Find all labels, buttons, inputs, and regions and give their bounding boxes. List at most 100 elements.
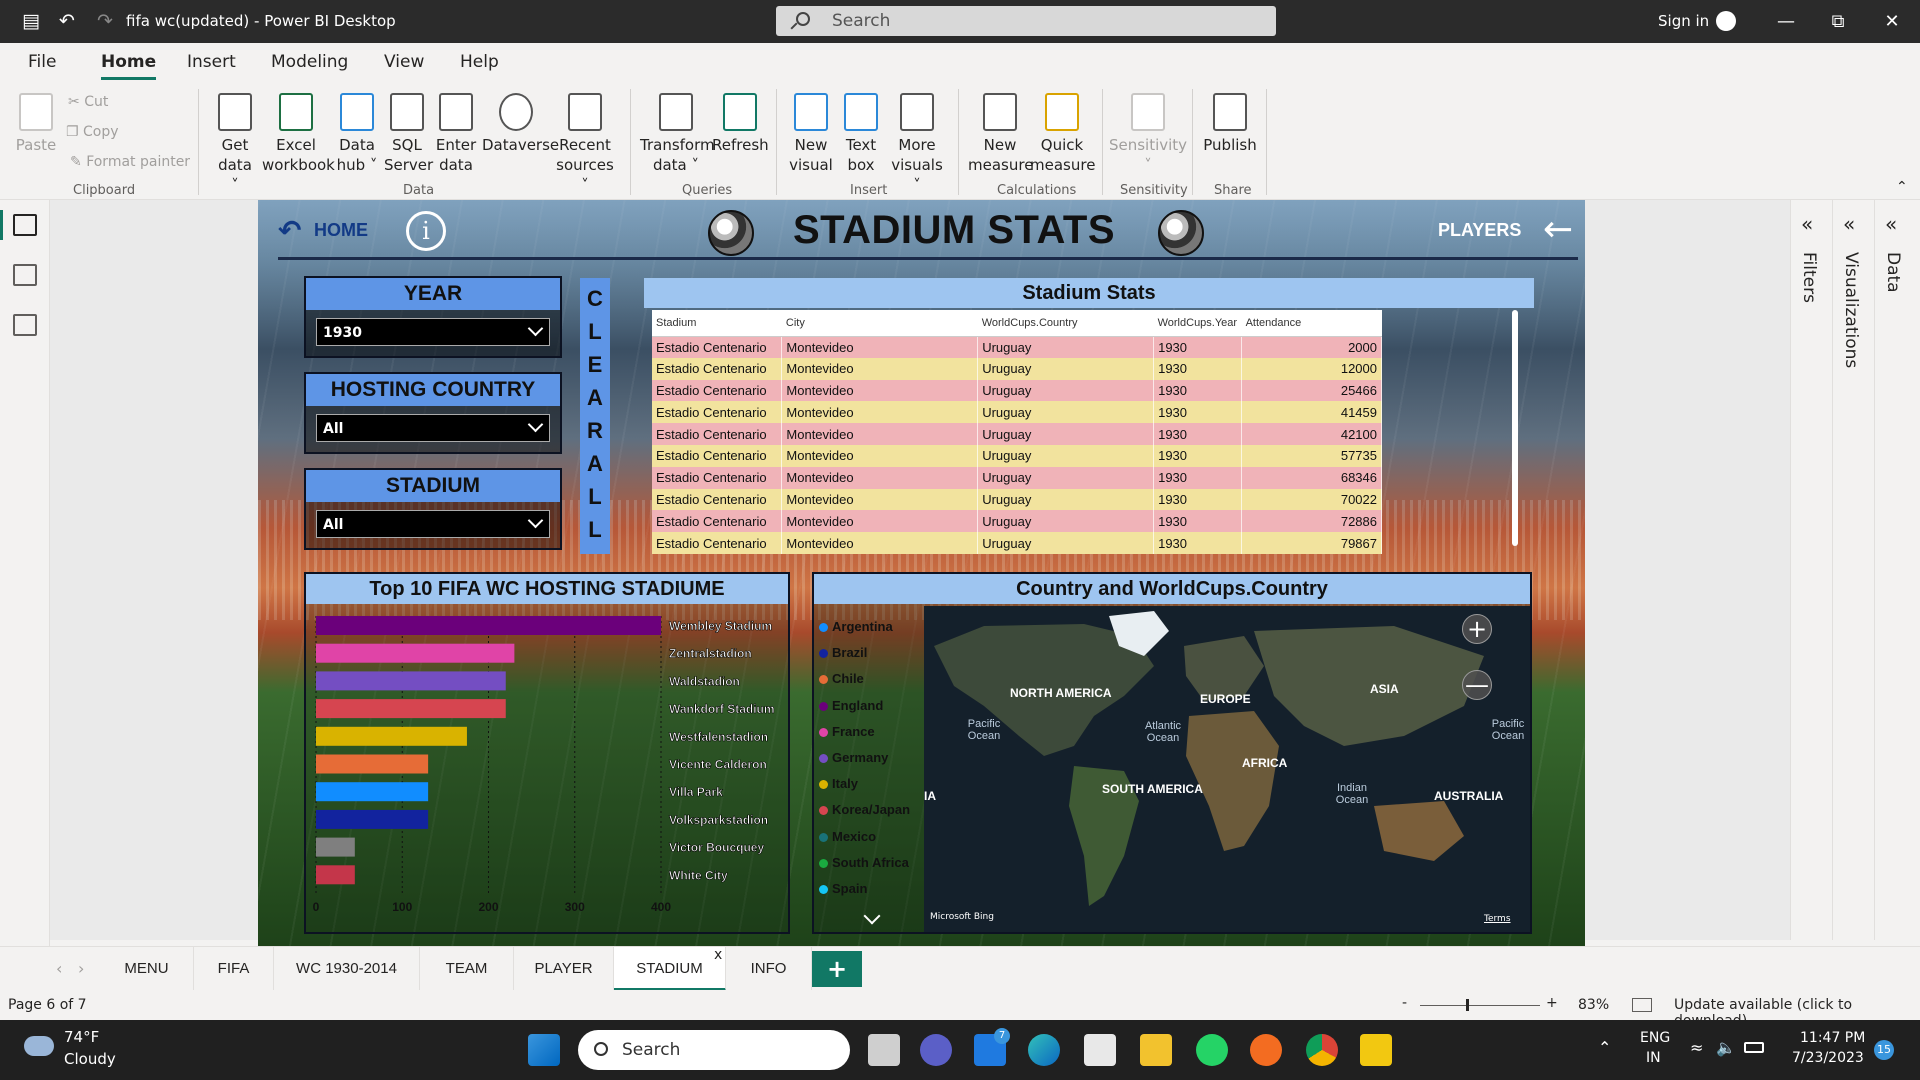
map-canvas[interactable]: NORTH AMERICA EUROPE ASIA AFRICA SOUTH A… — [924, 606, 1530, 932]
legend-item[interactable]: France — [818, 719, 928, 745]
minimize-icon[interactable]: — — [1771, 8, 1801, 36]
table-row[interactable]: Estadio Centenario Montevideo Uruguay 1930 2… — [652, 379, 1382, 402]
clock-date[interactable]: 7/23/2023 — [1792, 1050, 1864, 1066]
clear-all-button[interactable]: C L E A R A L L — [580, 278, 610, 554]
expand-left-icon[interactable]: « — [1801, 212, 1813, 236]
legend-item[interactable]: Korea/Japan — [818, 797, 928, 823]
back-arrow-icon[interactable]: ← — [1543, 209, 1573, 250]
weather-desc[interactable]: Cloudy — [64, 1050, 116, 1068]
tab-home[interactable]: Home — [101, 52, 157, 80]
legend-item[interactable]: Mexico — [818, 824, 928, 850]
page-tab-menu[interactable]: MENU — [100, 947, 194, 991]
zoom-in-button[interactable]: + — [1462, 614, 1492, 644]
bar[interactable] — [316, 671, 506, 691]
zoom-out-button[interactable]: — — [1462, 670, 1492, 700]
language-line1[interactable]: ENG — [1640, 1030, 1670, 1046]
table-row[interactable]: Estadio Centenario Montevideo Uruguay 1930 7… — [652, 510, 1382, 533]
legend-item[interactable]: England — [818, 693, 928, 719]
close-icon[interactable]: ✕ — [1877, 8, 1907, 36]
refresh-button[interactable]: Refresh — [712, 93, 769, 155]
zoom-slider-thumb[interactable] — [1466, 999, 1469, 1011]
home-back-icon[interactable]: ↶ — [278, 214, 301, 247]
table-row[interactable]: Estadio Centenario Montevideo Uruguay 1930 5… — [652, 444, 1382, 467]
bar[interactable] — [316, 726, 467, 746]
bar[interactable] — [316, 865, 355, 885]
prev-page-arrow-icon[interactable]: ‹ — [56, 959, 62, 978]
save-icon[interactable]: ▤ — [20, 10, 42, 32]
copy-button[interactable]: ❐ Copy — [66, 124, 119, 140]
year-dropdown[interactable]: 1930 — [316, 318, 550, 346]
bar[interactable] — [316, 782, 429, 802]
bar[interactable] — [316, 809, 429, 829]
sensitivity-button[interactable]: Sensitivity ˅ — [1108, 93, 1188, 175]
legend-item[interactable]: South Africa — [818, 850, 928, 876]
format-painter-button[interactable]: ✎ Format painter — [70, 154, 190, 170]
table-row[interactable]: Estadio Centenario Montevideo Uruguay 1930 7… — [652, 488, 1382, 511]
column-header-stadium[interactable]: Stadium — [652, 310, 782, 337]
transform-data-button[interactable]: Transform data ˅ — [640, 93, 715, 175]
table-row[interactable]: Estadio Centenario Montevideo Uruguay 1930 1… — [652, 357, 1382, 380]
close-page-icon[interactable]: x — [714, 947, 722, 963]
restore-icon[interactable]: ⧉ — [1823, 8, 1853, 36]
fit-to-page-icon[interactable] — [1632, 998, 1652, 1012]
column-header-attendance[interactable]: Attendance — [1241, 310, 1382, 337]
table-view-icon[interactable] — [13, 264, 37, 286]
table-row[interactable]: Estadio Centenario Montevideo Uruguay 1930 2… — [652, 336, 1382, 358]
bar[interactable] — [316, 699, 506, 719]
players-button[interactable]: PLAYERS — [1438, 220, 1521, 241]
title-search-box[interactable]: Search — [776, 6, 1276, 36]
page-tab-team[interactable]: TEAM — [420, 947, 514, 991]
excel-workbook-button[interactable]: Excel workbook — [262, 93, 335, 175]
battery-icon[interactable] — [1744, 1042, 1764, 1053]
bar[interactable] — [316, 643, 515, 663]
bar[interactable] — [316, 616, 661, 635]
tab-view[interactable]: View — [384, 52, 424, 72]
legend-item[interactable]: Brazil — [818, 640, 928, 666]
model-view-icon[interactable] — [13, 314, 37, 336]
column-header-country[interactable]: WorldCups.Country — [977, 310, 1154, 337]
clock-time[interactable]: 11:47 PM — [1800, 1030, 1865, 1046]
edge-browser-icon[interactable] — [1028, 1034, 1060, 1066]
sql-server-button[interactable]: SQL Server — [384, 93, 433, 175]
zoom-slider[interactable] — [1420, 1005, 1540, 1006]
legend-item[interactable]: Germany — [818, 745, 928, 771]
table-row[interactable]: Estadio Centenario Montevideo Uruguay 1930 4… — [652, 423, 1382, 445]
tab-modeling[interactable]: Modeling — [271, 52, 348, 72]
task-view-icon[interactable] — [868, 1034, 900, 1066]
column-header-year[interactable]: WorldCups.Year — [1153, 310, 1242, 337]
whatsapp-icon[interactable] — [1196, 1034, 1228, 1066]
tab-insert[interactable]: Insert — [187, 52, 236, 72]
legend-item[interactable]: Chile — [818, 666, 928, 692]
teams-chat-icon[interactable] — [920, 1034, 952, 1066]
enter-data-button[interactable]: Enter data — [434, 93, 478, 175]
legend-scroll-down-icon[interactable] — [863, 907, 881, 925]
undo-icon[interactable]: ↶ — [56, 10, 78, 32]
data-pane[interactable]: « Data — [1874, 200, 1914, 940]
power-bi-icon[interactable] — [1360, 1034, 1392, 1066]
table-row[interactable]: Estadio Centenario Montevideo Uruguay 1930 4… — [652, 401, 1382, 424]
page-tab-wc-1930-2014[interactable]: WC 1930-2014 — [274, 947, 420, 991]
collapse-ribbon-icon[interactable]: ⌃ — [1896, 179, 1908, 195]
app-icon[interactable] — [1250, 1034, 1282, 1066]
store-icon[interactable] — [1084, 1034, 1116, 1066]
chrome-icon[interactable] — [1306, 1034, 1338, 1066]
paste-button[interactable]: Paste — [14, 93, 58, 155]
tab-file[interactable]: File — [28, 52, 56, 72]
legend-item[interactable]: Italy — [818, 771, 928, 797]
info-icon[interactable]: i — [406, 211, 446, 251]
new-visual-button[interactable]: New visual — [788, 93, 834, 175]
stadium-dropdown[interactable]: All — [316, 510, 550, 538]
publish-button[interactable]: Publish — [1200, 93, 1260, 155]
weather-temp[interactable]: 74°F — [64, 1028, 99, 1046]
add-page-button[interactable]: + — [812, 951, 862, 987]
bar[interactable] — [316, 754, 429, 774]
terms-link[interactable]: Terms — [1484, 914, 1511, 924]
cut-button[interactable]: ✂ Cut — [68, 94, 108, 110]
data-hub-button[interactable]: Data hub ˅ — [334, 93, 380, 175]
table-row[interactable]: Estadio Centenario Montevideo Uruguay 1930 6… — [652, 466, 1382, 489]
more-visuals-button[interactable]: More visuals ˅ — [888, 93, 946, 195]
redo-icon[interactable]: ↷ — [94, 10, 116, 32]
zoom-in-status-button[interactable]: + — [1546, 995, 1558, 1011]
visualizations-pane[interactable]: « Visualizations — [1832, 200, 1872, 940]
file-explorer-icon[interactable] — [1140, 1034, 1172, 1066]
